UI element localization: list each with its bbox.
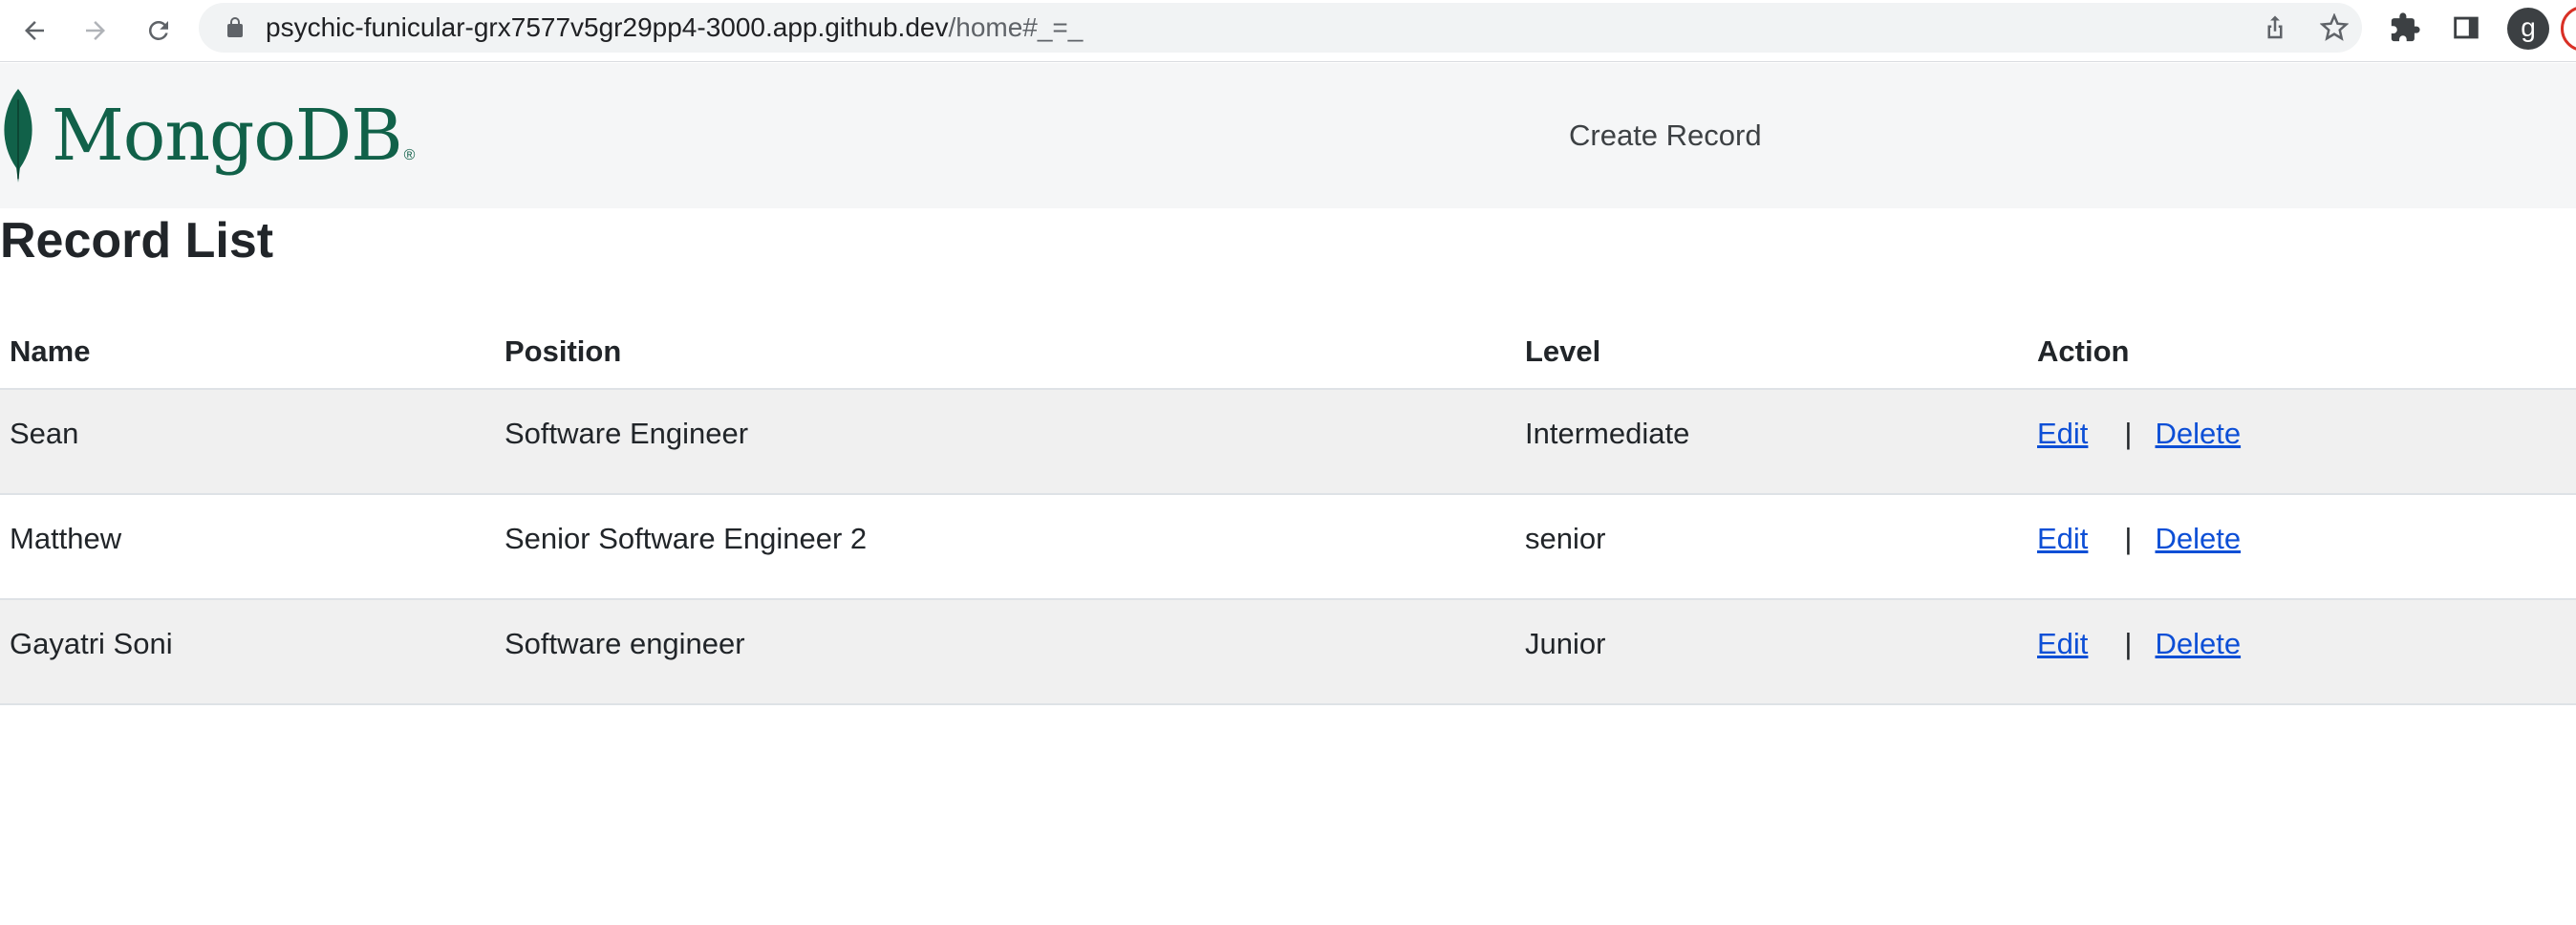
delete-link[interactable]: Delete (2155, 522, 2241, 555)
table-row: Sean Software Engineer Intermediate Edit… (0, 389, 2576, 495)
edit-link[interactable]: Edit (2037, 627, 2088, 660)
table-header-row: Name Position Level Action (0, 315, 2576, 390)
header-level: Level (1515, 315, 2028, 390)
star-icon[interactable] (2320, 13, 2349, 42)
url-path: /home#_=_ (948, 12, 1084, 42)
create-record-link[interactable]: Create Record (1569, 118, 1762, 153)
cell-actions: Edit | Delete (2028, 389, 2576, 495)
delete-link[interactable]: Delete (2155, 417, 2241, 450)
table-row: Gayatri Soni Software engineer Junior Ed… (0, 599, 2576, 705)
cell-level: senior (1515, 494, 2028, 600)
edit-link[interactable]: Edit (2037, 522, 2088, 555)
cell-position: Software engineer (495, 599, 1515, 705)
url-host: psychic-funicular-grx7577v5gr29pp4-3000.… (266, 12, 949, 42)
app-navbar: MongoDB ® Create Record (0, 63, 2576, 208)
table-row: Matthew Senior Software Engineer 2 senio… (0, 494, 2576, 600)
mongodb-logo[interactable]: MongoDB ® (0, 88, 415, 183)
leaf-icon (4, 89, 32, 183)
forward-icon (86, 21, 105, 40)
header-position: Position (495, 315, 1515, 390)
cell-level: Intermediate (1515, 389, 2028, 495)
share-icon[interactable] (2261, 13, 2289, 42)
profile-avatar[interactable]: g (2507, 8, 2549, 50)
header-action: Action (2028, 315, 2576, 390)
forward-button[interactable] (73, 8, 118, 54)
back-icon (25, 21, 44, 40)
edit-link[interactable]: Edit (2037, 417, 2088, 450)
profile-ring[interactable] (2561, 6, 2576, 52)
logo-registered-mark: ® (403, 147, 416, 163)
browser-toolbar: psychic-funicular-grx7577v5gr29pp4-3000.… (0, 0, 2576, 62)
records-table: Name Position Level Action Sean Software… (0, 315, 2576, 705)
cell-actions: Edit | Delete (2028, 494, 2576, 600)
cell-actions: Edit | Delete (2028, 599, 2576, 705)
cell-level: Junior (1515, 599, 2028, 705)
reload-icon (148, 20, 168, 40)
action-separator: | (2124, 417, 2133, 450)
url-text: psychic-funicular-grx7577v5gr29pp4-3000.… (266, 3, 1083, 53)
side-panel-icon[interactable] (2450, 11, 2482, 44)
action-separator: | (2124, 522, 2133, 555)
header-name: Name (0, 315, 495, 390)
action-separator: | (2124, 627, 2133, 660)
delete-link[interactable]: Delete (2155, 627, 2241, 660)
extensions-icon[interactable] (2389, 11, 2421, 44)
cell-position: Software Engineer (495, 389, 1515, 495)
lock-icon[interactable] (224, 16, 247, 39)
cell-name: Matthew (0, 494, 495, 600)
cell-name: Sean (0, 389, 495, 495)
cell-name: Gayatri Soni (0, 599, 495, 705)
logo-wordmark: MongoDB (52, 95, 403, 177)
cell-position: Senior Software Engineer 2 (495, 494, 1515, 600)
back-button[interactable] (11, 8, 57, 54)
page-title: Record List (0, 213, 274, 269)
address-bar[interactable]: psychic-funicular-grx7577v5gr29pp4-3000.… (199, 3, 2362, 53)
reload-button[interactable] (136, 8, 182, 54)
